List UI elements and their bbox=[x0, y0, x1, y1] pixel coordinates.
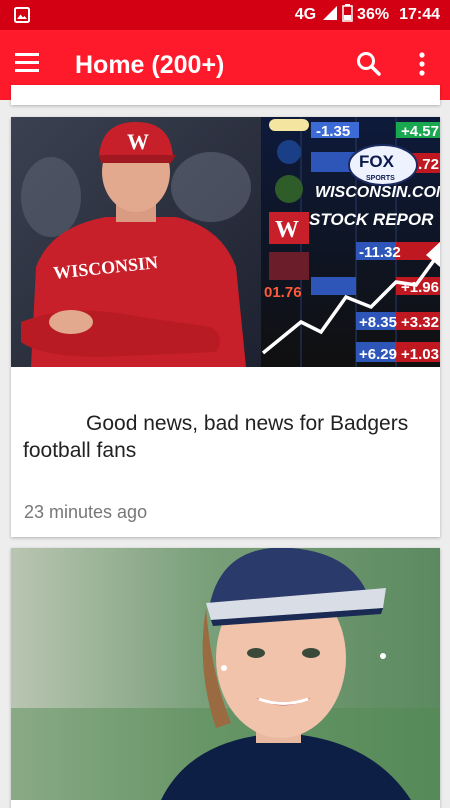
signal-icon bbox=[322, 5, 338, 26]
clock: 17:44 bbox=[399, 6, 440, 23]
gallery-notification-icon bbox=[14, 7, 30, 28]
battery-level: 36% bbox=[357, 6, 390, 23]
svg-text:W: W bbox=[275, 217, 299, 243]
battery-icon bbox=[342, 3, 353, 27]
previous-article-card[interactable] bbox=[11, 85, 440, 105]
article-thumbnail bbox=[11, 548, 440, 800]
article-thumbnail: W WISCONSIN -1.35 +4.57 +2.72 -11.32 +1.… bbox=[11, 117, 440, 367]
page-title: Home (200+) bbox=[75, 51, 225, 79]
status-bar: 4G 36% 17:44 bbox=[0, 0, 450, 30]
menu-button[interactable] bbox=[15, 52, 55, 80]
network-type: 4G bbox=[294, 6, 317, 23]
search-icon bbox=[357, 52, 381, 76]
more-vert-icon bbox=[419, 52, 425, 76]
svg-text:01.76: 01.76 bbox=[264, 284, 302, 301]
hamburger-menu-icon bbox=[15, 53, 39, 72]
fox-sports-logo: FOX bbox=[359, 152, 395, 171]
article-headline[interactable]: Good news, bad news for Badgers football… bbox=[23, 410, 428, 464]
article-timestamp: 23 minutes ago bbox=[24, 502, 148, 522]
search-button[interactable] bbox=[355, 50, 385, 80]
svg-text:+4.57: +4.57 bbox=[401, 123, 439, 140]
article-card[interactable] bbox=[11, 548, 440, 808]
fox-sports-sub: SPORTS bbox=[366, 175, 395, 182]
svg-text:+8.35: +8.35 bbox=[359, 314, 397, 331]
more-options-button[interactable] bbox=[408, 50, 438, 80]
svg-text:+6.29: +6.29 bbox=[359, 346, 397, 363]
article-card[interactable]: W WISCONSIN -1.35 +4.57 +2.72 -11.32 +1.… bbox=[11, 117, 440, 537]
svg-text:+3.32: +3.32 bbox=[401, 314, 439, 331]
svg-text:-1.35: -1.35 bbox=[316, 123, 350, 140]
svg-text:-11.32: -11.32 bbox=[359, 244, 401, 261]
image-site-text: WISCONSIN.COM bbox=[315, 184, 440, 201]
image-stock-report-text: STOCK REPOR bbox=[309, 210, 434, 229]
svg-text:W: W bbox=[127, 129, 149, 154]
svg-text:+1.03: +1.03 bbox=[401, 346, 439, 363]
